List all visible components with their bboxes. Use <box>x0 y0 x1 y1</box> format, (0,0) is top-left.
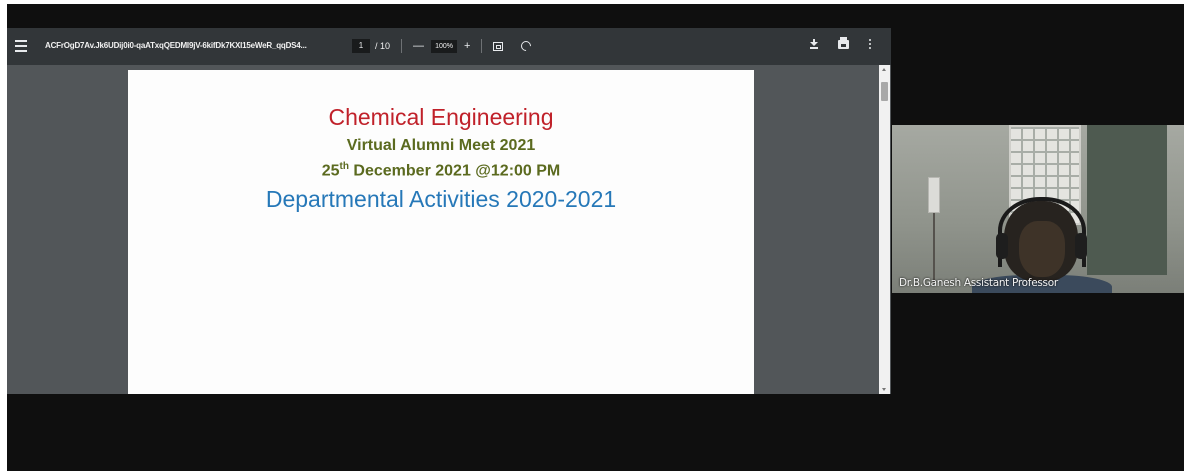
scrollbar-thumb[interactable] <box>881 82 888 101</box>
page-total: / 10 <box>375 41 391 51</box>
video-switchboard <box>928 177 940 213</box>
pdf-page: Chemical Engineering Virtual Alumni Meet… <box>128 70 754 394</box>
date-suffix: th <box>339 161 349 172</box>
document-title: ACFrOgD7Av.Jk6UDij0i0-qaATxqQEDMI9jV-6ki… <box>45 41 307 50</box>
pdf-viewer: ACFrOgD7Av.Jk6UDij0i0-qaATxqQEDMI9jV-6ki… <box>7 28 891 394</box>
rotate-icon[interactable] <box>519 38 534 54</box>
hamburger-menu-icon[interactable] <box>15 40 27 52</box>
toolbar-divider <box>401 39 403 53</box>
video-cable <box>933 213 935 283</box>
scroll-up-arrow-icon[interactable] <box>882 68 886 71</box>
toolbar-divider <box>481 39 483 53</box>
headphones-icon <box>998 197 1086 267</box>
page-controls: 1 / 10 — 100% + <box>352 38 534 54</box>
slide-date: 25th December 2021 @12:00 PM <box>128 161 754 180</box>
print-icon[interactable] <box>838 36 849 49</box>
fit-to-page-icon[interactable] <box>493 41 504 51</box>
pdf-toolbar: ACFrOgD7Av.Jk6UDij0i0-qaATxqQEDMI9jV-6ki… <box>7 28 891 65</box>
zoom-in-button[interactable]: + <box>464 40 470 52</box>
video-door <box>1087 125 1167 275</box>
headphone-right-cup <box>1075 233 1087 259</box>
toolbar-actions <box>810 36 871 49</box>
participant-name: Dr.B.Ganesh Assistant Professor <box>899 277 1058 289</box>
date-day: 25 <box>321 162 340 180</box>
slide-title: Chemical Engineering <box>328 104 554 130</box>
slide-subtitle: Virtual Alumni Meet 2021 <box>346 137 536 154</box>
zoom-out-button[interactable]: — <box>413 40 424 52</box>
slide-heading: Departmental Activities 2020-2021 <box>265 186 617 212</box>
meeting-stage: ACFrOgD7Av.Jk6UDij0i0-qaATxqQEDMI9jV-6ki… <box>7 4 1184 471</box>
more-vert-icon[interactable] <box>869 39 871 49</box>
headphone-left-cup <box>996 233 1008 259</box>
download-icon[interactable] <box>810 39 818 49</box>
page-number-input[interactable]: 1 <box>352 39 370 53</box>
participant-video-tile[interactable]: Dr.B.Ganesh Assistant Professor <box>892 125 1184 293</box>
scroll-down-arrow-icon[interactable] <box>882 388 886 391</box>
zoom-controls: — 100% + <box>413 39 470 53</box>
date-rest: December 2021 @12:00 PM <box>348 162 561 180</box>
zoom-level-input[interactable]: 100% <box>431 39 458 53</box>
vertical-scrollbar[interactable] <box>879 65 890 394</box>
